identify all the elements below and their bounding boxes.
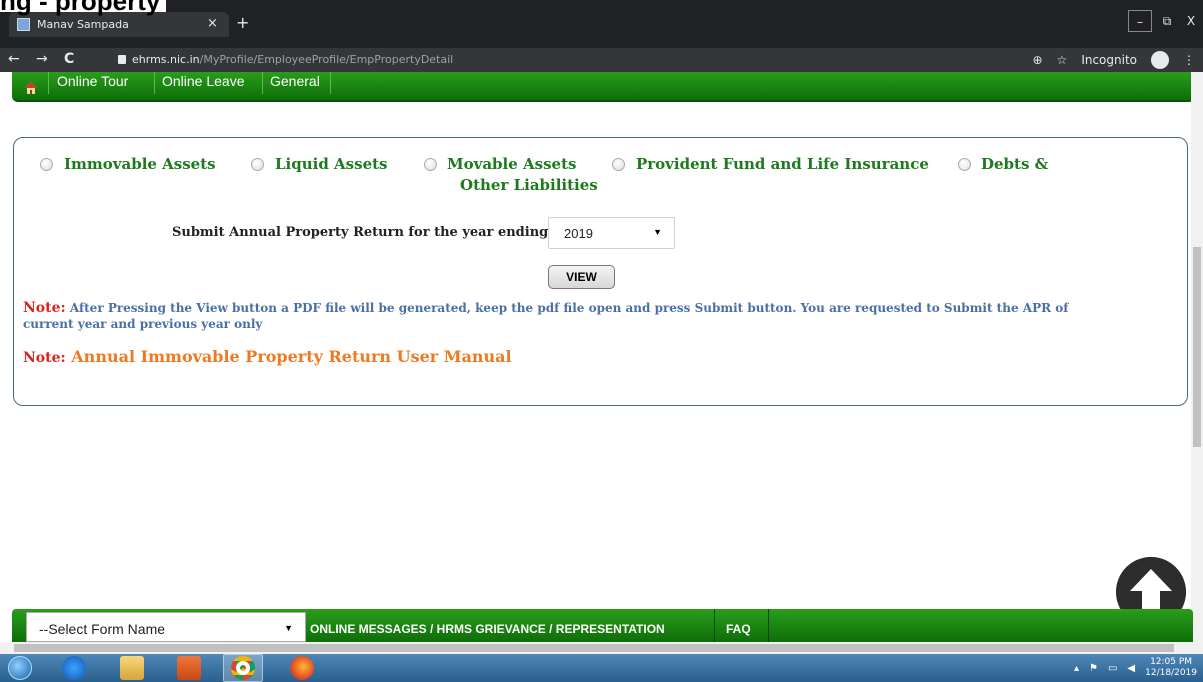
address-bar-row: ← → C ehrms.nic.in/MyProfile/EmployeePro… <box>0 48 1203 72</box>
nav-divider <box>262 72 263 94</box>
site-nav-bar: Online Tour Online Leave General <box>12 72 1195 102</box>
radio-label-liquid-assets: Liquid Assets <box>275 155 388 173</box>
nav-online-tour[interactable]: Online Tour <box>57 73 128 89</box>
lock-icon <box>118 55 126 64</box>
file-explorer-icon[interactable] <box>120 656 144 680</box>
network-icon[interactable]: ▭ <box>1108 663 1117 674</box>
incognito-label: Incognito <box>1081 53 1137 67</box>
zoom-icon[interactable]: ⊕ <box>1032 53 1042 67</box>
radio-movable-assets[interactable] <box>424 158 437 171</box>
radio-immovable-assets[interactable] <box>40 158 53 171</box>
radio-liquid-assets[interactable] <box>251 158 264 171</box>
close-window-button[interactable]: X <box>1179 10 1203 32</box>
volume-icon[interactable]: ◀ <box>1127 663 1135 674</box>
select-form-value: --Select Form Name <box>39 621 166 637</box>
horizontal-scroll-thumb[interactable] <box>14 644 1174 652</box>
restore-button[interactable]: ⧉ <box>1155 10 1179 32</box>
firefox-icon[interactable] <box>290 656 314 680</box>
tab-close-icon[interactable]: × <box>207 16 218 31</box>
tray-expand-icon[interactable]: ▴ <box>1074 663 1079 674</box>
incognito-icon[interactable] <box>1151 51 1169 69</box>
browser-window: Manav Sampada × + – ⧉ X ng - property ← … <box>0 0 1203 682</box>
select-form-dropdown[interactable]: --Select Form Name ▼ <box>26 612 306 642</box>
tab-title: Manav Sampada <box>37 18 129 31</box>
window-controls: – ⧉ X <box>1128 10 1203 32</box>
windows-taskbar: ▴ ⚑ ▭ ◀ 12:05 PM 12/18/2019 <box>0 654 1203 682</box>
browser-titlebar: Manav Sampada × + – ⧉ X <box>0 0 1203 48</box>
toolbar-right: ⊕ ☆ Incognito ⋮ <box>1032 51 1195 69</box>
internet-explorer-icon[interactable] <box>62 656 86 680</box>
back-icon[interactable]: ← <box>8 51 20 67</box>
taskbar-clock[interactable]: 12:05 PM 12/18/2019 <box>1145 657 1197 679</box>
outlook-icon[interactable] <box>177 656 201 680</box>
page-heading-fragment: ng - property <box>0 0 167 16</box>
nav-general[interactable]: General <box>270 73 320 89</box>
footer-divider <box>714 609 715 642</box>
footer-bar: --Select Form Name ▼ ONLINE MESSAGES / H… <box>12 609 1193 642</box>
clock-time: 12:05 PM <box>1150 657 1193 667</box>
note-prefix: Note: <box>23 300 66 316</box>
url-field[interactable]: ehrms.nic.in/MyProfile/EmployeeProfile/E… <box>132 53 453 66</box>
radio-label-immovable-assets: Immovable Assets <box>64 155 216 173</box>
year-select-value: 2019 <box>564 226 593 241</box>
system-tray: ▴ ⚑ ▭ ◀ 12:05 PM 12/18/2019 <box>1074 657 1197 679</box>
url-path: /MyProfile/EmployeeProfile/EmpPropertyDe… <box>199 53 454 66</box>
note-prefix: Note: <box>23 350 66 366</box>
home-icon[interactable] <box>24 81 38 95</box>
start-button-icon[interactable] <box>8 656 32 680</box>
note-text: After Pressing the View button a PDF fil… <box>23 301 1069 331</box>
tray-flag-icon[interactable]: ⚑ <box>1089 663 1098 674</box>
note-user-manual: Note: Annual Immovable Property Return U… <box>23 347 512 366</box>
clock-date: 12/18/2019 <box>1145 668 1197 678</box>
forward-icon[interactable]: → <box>36 51 48 67</box>
vertical-scroll-thumb[interactable] <box>1193 247 1201 447</box>
bookmark-star-icon[interactable]: ☆ <box>1057 53 1068 67</box>
radio-debts[interactable] <box>958 158 971 171</box>
horizontal-scrollbar[interactable] <box>0 642 1203 654</box>
minimize-button[interactable]: – <box>1128 10 1152 32</box>
new-tab-icon[interactable]: + <box>236 13 249 32</box>
view-button[interactable]: VIEW <box>548 265 615 289</box>
vertical-scrollbar[interactable] <box>1191 72 1203 642</box>
nav-divider <box>48 72 49 94</box>
radio-label-movable-assets: Movable Assets <box>447 155 577 173</box>
reload-icon[interactable]: C <box>64 51 74 67</box>
nav-online-leave[interactable]: Online Leave <box>162 73 245 89</box>
faq-link[interactable]: FAQ <box>726 622 751 636</box>
online-messages-link[interactable]: ONLINE MESSAGES / HRMS GRIEVANCE / REPRE… <box>310 622 665 636</box>
url-host: ehrms.nic.in <box>132 53 200 66</box>
dropdown-arrow-icon: ▼ <box>653 227 662 237</box>
note-pdf-instructions: Note: After Pressing the View button a P… <box>23 300 1103 332</box>
footer-divider <box>768 609 769 642</box>
radio-label-provident-fund: Provident Fund and Life Insurance <box>636 155 929 173</box>
dropdown-arrow-icon: ▼ <box>284 623 293 633</box>
page-favicon-icon <box>17 18 30 31</box>
apr-year-label: Submit Annual Property Return for the ye… <box>172 225 549 240</box>
radio-provident-fund[interactable] <box>612 158 625 171</box>
user-manual-link[interactable]: Annual Immovable Property Return User Ma… <box>71 347 511 366</box>
nav-divider <box>330 72 331 94</box>
radio-label-debts: Debts & <box>981 155 1049 173</box>
menu-icon[interactable]: ⋮ <box>1183 53 1195 67</box>
chrome-icon[interactable] <box>231 656 255 680</box>
radio-label-other-liabilities: Other Liabilities <box>460 176 598 194</box>
nav-divider <box>154 72 155 94</box>
property-return-panel: Immovable Assets Liquid Assets Movable A… <box>13 137 1188 406</box>
year-select[interactable]: 2019 ▼ <box>548 217 675 249</box>
